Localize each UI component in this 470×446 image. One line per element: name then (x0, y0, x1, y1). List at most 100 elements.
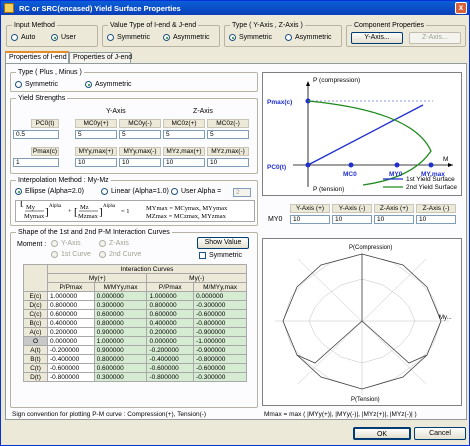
table-row: A(c) 0.200000 0.900000 0.200000 -0.900000 (23, 327, 247, 337)
z-axis-button: Z-Axis... (409, 32, 461, 44)
curve-cell[interactable]: 0.600000 (146, 309, 195, 319)
second-yield-curve (307, 100, 432, 186)
component-group: Component Properties Y-Axis... Z-Axis... (346, 21, 466, 47)
axis-asymmetric-radio[interactable]: Asymmetric (285, 34, 332, 41)
curve-cell[interactable]: 0.200000 (47, 327, 95, 337)
yield-y-axis-label: Y-Axis (106, 108, 126, 115)
interaction-curve-inner-2 (296, 320, 363, 364)
table-row: B(c) 0.400000 0.800000 0.400000 -0.800000 (23, 318, 247, 328)
curve-cell[interactable]: 0.300000 (93, 372, 148, 382)
my0-point (394, 162, 400, 168)
curve-cell[interactable]: 0.000000 (93, 291, 148, 301)
col-m-my-1: M/MYy,max (93, 282, 148, 292)
pc0-input[interactable]: 0.5 (13, 130, 59, 139)
myz-plus-input[interactable]: 10 (163, 158, 205, 167)
curve-cell[interactable]: 0.800000 (146, 300, 195, 310)
curve-cell[interactable]: -1.000000 (193, 336, 247, 346)
close-button[interactable]: x (455, 2, 467, 14)
curve-cell[interactable]: -0.300000 (193, 372, 247, 382)
curve-cell[interactable]: -0.400000 (47, 354, 95, 364)
cancel-button[interactable]: Cancel (414, 427, 466, 440)
curve-cell[interactable]: 1.000000 (146, 291, 195, 301)
pm-asymmetric-radio[interactable]: Asymmetric (85, 81, 132, 88)
input-auto-radio[interactable]: Auto (11, 34, 35, 41)
value-asymmetric-radio[interactable]: Asymmetric (163, 34, 210, 41)
curve-cell[interactable]: -0.200000 (146, 345, 195, 355)
ellipse-radio[interactable]: Ellipse (Alpha=2.0) (15, 188, 84, 195)
input-user-radio[interactable]: User (51, 34, 76, 41)
linear-radio[interactable]: Linear (Alpha=1.0) (101, 188, 169, 195)
curve-cell[interactable]: -0.800000 (146, 372, 195, 382)
symmetric-checkbox[interactable]: Symmetric (199, 252, 242, 259)
value-type-label: Value Type of I-end & J-end (108, 21, 199, 30)
curve-cell[interactable]: 0.800000 (93, 354, 148, 364)
myy-minus-header: MYy,max(-) (119, 147, 161, 156)
type-pm-label: Type ( Plus , Minus ) (16, 68, 84, 77)
my0-y-minus-input[interactable]: 10 (332, 215, 372, 224)
my0-z-minus-input[interactable]: 10 (416, 215, 456, 224)
curve-cell[interactable]: 0.600000 (93, 309, 148, 319)
ok-button[interactable]: OK (353, 427, 411, 440)
axis-symmetric-radio[interactable]: Symmetric (229, 34, 272, 41)
myy-plus-input[interactable]: 10 (75, 158, 117, 167)
table-row: O 0.000000 1.000000 0.000000 -1.000000 (23, 336, 247, 346)
formula-svg: [ My Mymax ] Alpha + [ Mz Mzmax ] Alpha … (20, 201, 228, 220)
pmax-input[interactable]: 1 (13, 158, 59, 167)
curve-cell[interactable]: 0.800000 (93, 318, 148, 328)
curve-cell[interactable]: -0.800000 (193, 354, 247, 364)
y-axis-button[interactable]: Y-Axis... (351, 32, 403, 44)
row-label: E(c) (23, 291, 48, 301)
curve-cell[interactable]: 0.600000 (47, 309, 95, 319)
curve-cell[interactable]: -0.800000 (193, 318, 247, 328)
mc0-point (348, 162, 354, 168)
curve-cell[interactable]: 0.900000 (93, 345, 148, 355)
myy-minus-input[interactable]: 10 (119, 158, 161, 167)
curve-cell[interactable]: 0.300000 (93, 300, 148, 310)
curve-cell[interactable]: -0.600000 (146, 363, 195, 373)
curve-cell[interactable]: -0.400000 (146, 354, 195, 364)
curve-cell[interactable]: 0.400000 (47, 318, 95, 328)
curve-cell[interactable]: 0.000000 (193, 291, 247, 301)
curve-cell[interactable]: -0.800000 (47, 372, 95, 382)
yield-strengths-label: Yield Strengths (16, 94, 68, 103)
curve-cell[interactable]: -0.200000 (47, 345, 95, 355)
curve-cell[interactable]: -0.600000 (47, 363, 95, 373)
mc0y-minus-header: MC0y(-) (119, 119, 161, 128)
myy-plus-header: MYy,max(+) (75, 147, 117, 156)
curve-cell[interactable]: 0.200000 (146, 327, 195, 337)
row-label: D(c) (23, 300, 48, 310)
alpha-input: 2 (233, 188, 251, 197)
mc0z-minus-input[interactable]: 5 (207, 130, 249, 139)
curve-cell[interactable]: 0.600000 (93, 363, 148, 373)
user-alpha-radio[interactable]: User Alpha = (171, 188, 221, 195)
pm-symmetric-radio[interactable]: Symmetric (15, 81, 58, 88)
value-symmetric-radio[interactable]: Symmetric (107, 34, 150, 41)
curve-cell[interactable]: -0.300000 (193, 300, 247, 310)
my0-z-plus-input[interactable]: 10 (374, 215, 414, 224)
curve-cell[interactable]: -0.600000 (193, 309, 247, 319)
mc0z-plus-input[interactable]: 5 (163, 130, 205, 139)
table-row: B(t) -0.400000 0.800000 -0.400000 -0.800000 (23, 354, 247, 364)
curve-cell[interactable]: 0.400000 (146, 318, 195, 328)
curve-cell[interactable]: -0.900000 (193, 327, 247, 337)
mc0y-minus-input[interactable]: 5 (119, 130, 161, 139)
myz-minus-input[interactable]: 10 (207, 158, 249, 167)
formula-mymax: Mymax (24, 213, 45, 220)
yield-surface-chart: P (compression) P (tension) M Pmax(c) PC… (262, 72, 462, 196)
curve-cell[interactable]: 0.000000 (47, 336, 95, 346)
curve-cell[interactable]: 0.900000 (93, 327, 148, 337)
curve-cell[interactable]: 1.000000 (93, 336, 148, 346)
curve-cell[interactable]: 0.800000 (47, 300, 95, 310)
my0-y-plus-input[interactable]: 10 (290, 215, 330, 224)
tab-j-end[interactable]: Properties of J-end (69, 52, 132, 63)
show-value-button[interactable]: Show Value (197, 237, 249, 249)
myz-minus-header: MYz,max(-) (207, 147, 249, 156)
curve-cell[interactable]: -0.600000 (193, 363, 247, 373)
curve-cell[interactable]: 1.000000 (47, 291, 95, 301)
curve-cell[interactable]: 0.000000 (146, 336, 195, 346)
my0-h2: Y-Axis (-) (332, 204, 372, 213)
tab-i-end[interactable]: Properties of I-end (5, 51, 69, 63)
type-axis-group: Type ( Y-Axis , Z-Axis ) Symmetric Asymm… (224, 21, 342, 47)
mc0y-plus-input[interactable]: 5 (75, 130, 117, 139)
curve-cell[interactable]: -0.900000 (193, 345, 247, 355)
